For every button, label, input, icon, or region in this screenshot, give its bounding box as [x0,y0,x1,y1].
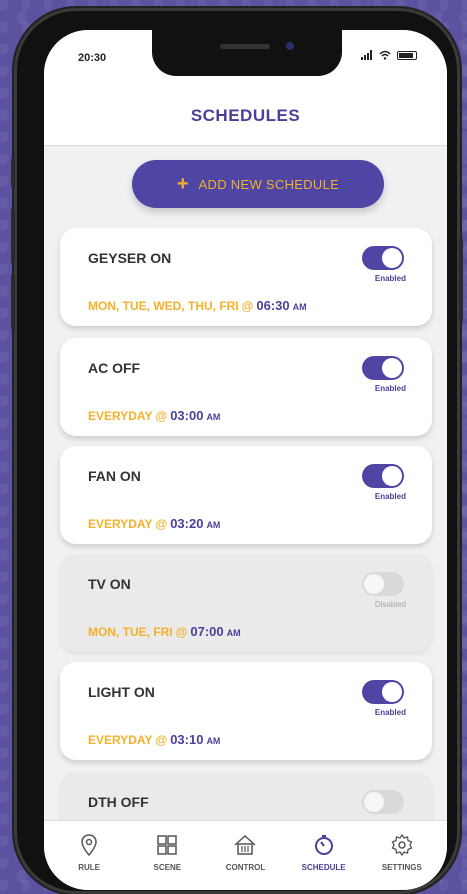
schedule-name: LIGHT ON [88,684,155,700]
schedule-clock: 06:30 [256,298,290,313]
tab-scene[interactable]: SCENE [131,821,203,890]
schedule-state: Disabled [374,600,406,609]
power-button [459,238,463,322]
wifi-icon [379,50,391,60]
toggle-knob [382,248,402,268]
toggle-knob [382,466,402,486]
schedule-name: GEYSER ON [88,250,172,266]
battery-icon [397,50,417,60]
tab-label: SCHEDULE [301,863,346,872]
at-sign: @ [241,299,254,313]
volume-down-button [11,274,15,330]
schedule-card-light-on[interactable]: LIGHT ON Enabled EVERYDAY @03:10 AM [60,662,432,760]
toggle-knob [382,358,402,378]
header: SCHEDULES [44,86,447,146]
schedule-name: AC OFF [88,360,141,376]
schedule-toggle[interactable] [362,790,404,814]
schedule-card-fan-on[interactable]: FAN ON Enabled EVERYDAY @03:20 AM [60,446,432,544]
notch [152,30,342,76]
schedule-card-tv-on[interactable]: TV ON Disabled MON, TUE, FRI @07:00 AM [60,554,432,652]
schedule-toggle[interactable] [362,680,404,704]
toggle-knob [364,574,384,594]
schedule-days: MON, TUE, WED, THU, FRI [88,299,239,313]
schedule-time: MON, TUE, WED, THU, FRI @06:30 AM [88,298,307,313]
speaker [220,44,270,49]
schedule-name: FAN ON [88,468,141,484]
at-sign: @ [155,733,168,747]
home-control-icon [234,834,256,855]
schedule-time: MON, TUE, FRI @07:00 AM [88,624,241,639]
schedule-ampm: AM [206,520,221,530]
schedule-state: Enabled [374,274,406,283]
schedule-ampm: AM [292,302,307,312]
phone-frame: 20:30 SCHEDULES + ADD NEW SCHEDULE GEYSE… [11,8,463,894]
gear-icon [391,833,413,857]
scene-grid-icon [157,835,178,855]
location-pin-icon [81,834,97,857]
schedule-toggle[interactable] [362,572,404,596]
screen: 20:30 SCHEDULES + ADD NEW SCHEDULE GEYSE… [44,30,447,890]
schedule-toggle[interactable] [362,356,404,380]
timer-icon [314,835,333,855]
plus-icon: + [176,173,189,195]
schedule-time: EVERYDAY @03:10 AM [88,732,220,747]
schedule-name: DTH OFF [88,794,149,810]
tab-label: RULE [78,863,100,872]
at-sign: @ [175,625,188,639]
schedule-state: Enabled [374,492,406,501]
at-sign: @ [155,517,168,531]
status-icons [361,50,417,60]
page-title: SCHEDULES [190,105,301,125]
status-time: 20:30 [78,52,107,64]
schedule-card-ac-off[interactable]: AC OFF Enabled EVERYDAY @03:00 AM [60,338,432,436]
camera [286,42,294,50]
schedule-state: Enabled [374,708,406,717]
add-new-schedule-button[interactable]: + ADD NEW SCHEDULE [132,160,384,208]
schedule-days: EVERYDAY [88,733,153,747]
tab-rule[interactable]: RULE [53,821,125,890]
schedule-time: EVERYDAY @03:00 AM [88,408,220,423]
signal-icon [361,50,372,60]
schedule-time: EVERYDAY @03:20 AM [88,516,220,531]
schedule-state: Enabled [374,384,406,393]
tab-settings[interactable]: SETTINGS [366,821,438,890]
bottom-tab-bar: RULE SCENE CONTROL SCHEDULE SETTINGS [44,820,447,890]
schedule-toggle[interactable] [362,246,404,270]
schedule-days: EVERYDAY [88,517,153,531]
toggle-knob [364,792,384,812]
schedule-clock: 03:10 [170,732,204,747]
schedule-ampm: AM [206,412,221,422]
schedule-clock: 03:20 [170,516,204,531]
schedule-ampm: AM [226,628,241,638]
tab-label: SCENE [153,863,182,872]
schedule-toggle[interactable] [362,464,404,488]
mute-switch [11,158,15,188]
schedule-clock: 03:00 [170,408,204,423]
schedule-name: TV ON [88,576,131,592]
schedule-card-geyser-on[interactable]: GEYSER ON Enabled MON, TUE, WED, THU, FR… [60,228,432,326]
schedule-days: EVERYDAY [88,409,153,423]
tab-label: CONTROL [225,863,266,872]
add-new-schedule-label: ADD NEW SCHEDULE [198,176,340,192]
volume-up-button [11,208,15,264]
schedule-days: MON, TUE, FRI [88,625,173,639]
schedule-ampm: AM [206,736,221,746]
tab-schedule[interactable]: SCHEDULE [288,821,360,890]
toggle-knob [382,682,402,702]
tab-control[interactable]: CONTROL [209,821,281,890]
tab-label: SETTINGS [381,863,422,872]
schedule-clock: 07:00 [190,624,224,639]
at-sign: @ [155,409,168,423]
